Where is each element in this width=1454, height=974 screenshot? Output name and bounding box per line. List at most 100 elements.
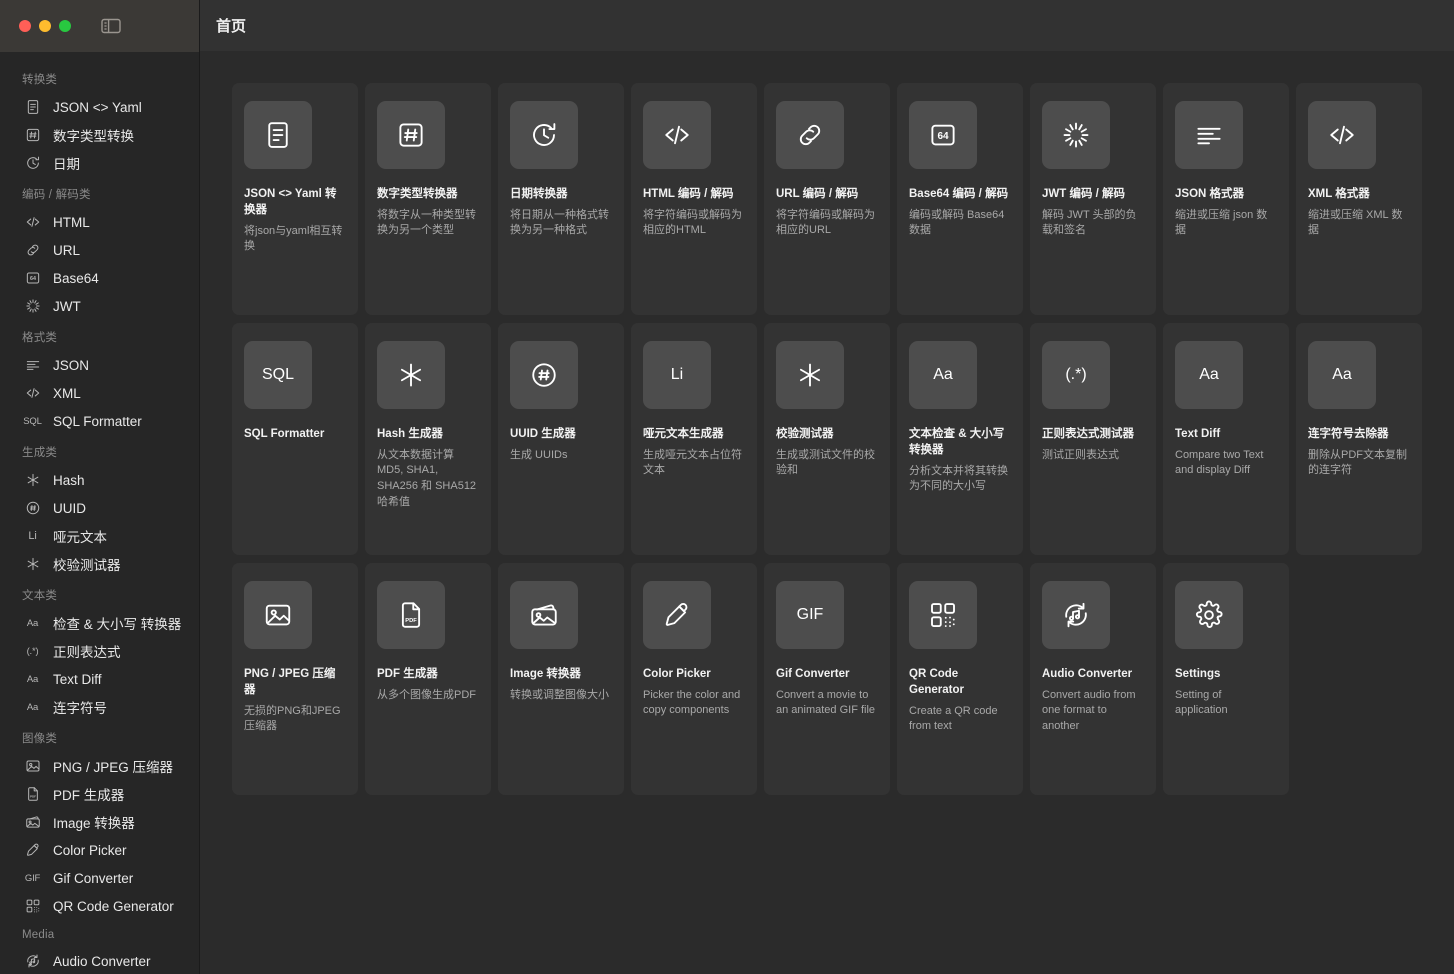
svg-text:64: 64 (937, 131, 949, 142)
sidebar-item-2[interactable]: XML (0, 379, 199, 407)
zoom-button[interactable] (59, 20, 71, 32)
hash-circle-icon (24, 500, 41, 517)
tool-card[interactable]: Li 哑元文本生成器 生成哑元文本占位符文本 (631, 323, 757, 555)
sidebar-item-2[interactable]: PDF PDF 生成器 (0, 780, 199, 808)
sidebar-item-4[interactable]: Aa 连字符号 (0, 693, 199, 721)
sidebar-item-label: Audio Converter (53, 953, 151, 969)
asterisk-icon (377, 341, 445, 409)
sidebar-item-3[interactable]: Li 哑元文本 (0, 522, 199, 550)
tool-card-description: Convert audio from one format to another (1042, 688, 1136, 733)
sidebar-item-1[interactable]: JSON <> Yaml (0, 93, 199, 121)
hash-box-icon (377, 101, 445, 169)
sidebar-item-1[interactable]: Hash (0, 466, 199, 494)
qrcode-icon (24, 898, 41, 915)
aa-text-icon: Aa (1175, 341, 1243, 409)
sidebar-item-1[interactable]: HTML (0, 208, 199, 236)
sidebar-item-6[interactable]: QR Code Generator (0, 892, 199, 920)
svg-text:64: 64 (30, 276, 36, 282)
sidebar-item-1[interactable]: Audio Converter (0, 947, 199, 974)
pdf-file-icon: PDF (377, 581, 445, 649)
tool-card[interactable]: HTML 编码 / 解码 将字符编码或解码为相应的HTML (631, 83, 757, 315)
tool-card-title: Text Diff (1175, 428, 1221, 440)
sidebar-item-1[interactable]: JSON (0, 351, 199, 379)
tool-card[interactable]: Hash 生成器 从文本数据计算 MD5, SHA1, SHA256 和 SHA5… (365, 323, 491, 555)
minimize-button[interactable] (39, 20, 51, 32)
gear-icon (1175, 581, 1243, 649)
tool-card[interactable]: Audio Converter Convert audio from one fo… (1030, 563, 1156, 795)
tool-card[interactable]: 日期转换器 将日期从一种格式转换为另一种格式 (498, 83, 624, 315)
sidebar-item-3[interactable]: SQL SQL Formatter (0, 407, 199, 435)
tool-card-description: 编码或解码 Base64 数据 (909, 208, 1005, 237)
close-button[interactable] (19, 20, 31, 32)
tool-card[interactable]: Aa 连字符号去除器 删除从PDF文本复制的连字符 (1296, 323, 1422, 555)
tool-card-description: Picker the color and copy components (643, 688, 741, 717)
tool-card-title: 正则表达式测试器 (1042, 428, 1134, 440)
tool-card[interactable]: 64 Base64 编码 / 解码 编码或解码 Base64 数据 (897, 83, 1023, 315)
content-scroll-area[interactable]: JSON <> Yaml 转换器 将json与yaml相互转换 数字类型转换器 将数字… (200, 52, 1454, 974)
tool-card-grid: JSON <> Yaml 转换器 将json与yaml相互转换 数字类型转换器 将数字… (232, 83, 1452, 795)
sidebar-item-4[interactable]: Color Picker (0, 836, 199, 864)
tool-card[interactable]: Image 转换器 转换或调整图像大小 (498, 563, 624, 795)
sidebar-item-1[interactable]: Aa 检查 & 大小写 转换器 (0, 609, 199, 637)
li-text-icon: Li (643, 341, 711, 409)
tool-card-title: JSON 格式器 (1175, 188, 1245, 200)
gif-text-icon: GIF (24, 872, 41, 884)
sidebar-item-label: XML (53, 385, 81, 401)
tool-card[interactable]: Aa 文本检查 & 大小写转换器 分析文本并将其转换为不同的大小写 (897, 323, 1023, 555)
tool-card[interactable]: Settings Setting of application (1163, 563, 1289, 795)
svg-text:PDF: PDF (29, 795, 35, 799)
sidebar-item-label: Base64 (53, 270, 99, 286)
tool-card[interactable]: UUID 生成器 生成 UUIDs (498, 323, 624, 555)
tool-card[interactable]: GIF Gif Converter Convert a movie to an an… (764, 563, 890, 795)
sidebar-item-5[interactable]: GIF Gif Converter (0, 864, 199, 892)
code-icon (24, 385, 41, 402)
sidebar-item-2[interactable]: UUID (0, 494, 199, 522)
sidebar-item-label: Image 转换器 (53, 816, 135, 831)
tool-card[interactable]: Aa Text Diff Compare two Text and display … (1163, 323, 1289, 555)
audio-convert-icon (1042, 581, 1110, 649)
tool-card-title: Audio Converter (1042, 668, 1133, 680)
tool-card[interactable]: Color Picker Picker the color and copy co… (631, 563, 757, 795)
sidebar-item-2[interactable]: (.*) 正则表达式 (0, 637, 199, 665)
tool-card-description: Create a QR code from text (909, 704, 998, 733)
sidebar-item-3[interactable]: 日期 (0, 149, 199, 177)
sidebar-item-label: UUID (53, 500, 86, 516)
tool-card-description: 缩进或压缩 json 数据 (1175, 208, 1268, 237)
tool-card[interactable]: JWT 编码 / 解码 解码 JWT 头部的负载和签名 (1030, 83, 1156, 315)
sidebar-item-4[interactable]: 校验测试器 (0, 550, 199, 578)
tool-card[interactable]: JSON 格式器缩进或压缩 json 数据 (1163, 83, 1289, 315)
sidebar-item-1[interactable]: PNG / JPEG 压缩器 (0, 752, 199, 780)
tool-card[interactable]: XML 格式器 缩进或压缩 XML 数据 (1296, 83, 1422, 315)
tool-card[interactable]: QR Code Generator Create a QR code from t… (897, 563, 1023, 795)
sidebar-item-3[interactable]: Aa Text Diff (0, 665, 199, 693)
main-area: 首页 JSON <> Yaml 转换器 将json与yaml相互转换 数字类型转换器… (200, 0, 1454, 974)
tool-card[interactable]: PDF PDF 生成器 从多个图像生成PDF (365, 563, 491, 795)
asterisk-icon (776, 341, 844, 409)
tool-card-description: 生成或测试文件的校验和 (776, 448, 875, 477)
tool-card[interactable]: 校验测试器 生成或测试文件的校验和 (764, 323, 890, 555)
sidebar-item-3[interactable]: 64 Base64 (0, 264, 199, 292)
tool-card[interactable]: SQL SQL Formatter (232, 323, 358, 555)
tool-card-description: 分析文本并将其转换为不同的大小写 (909, 464, 1008, 493)
tool-card[interactable]: (.*) 正则表达式测试器 测试正则表达式 (1030, 323, 1156, 555)
sidebar-item-label: Hash (53, 472, 85, 488)
sidebar-item-4[interactable]: JWT (0, 292, 199, 320)
sidebar-item-2[interactable]: 数字类型转换 (0, 121, 199, 149)
sql-text-icon: SQL (244, 341, 312, 409)
sidebar-item-label: QR Code Generator (53, 898, 174, 914)
tool-card-description: 将日期从一种格式转换为另一种格式 (510, 208, 609, 237)
tool-card[interactable]: JSON <> Yaml 转换器 将json与yaml相互转换 (232, 83, 358, 315)
qrcode-icon (909, 581, 977, 649)
sidebar-item-2[interactable]: URL (0, 236, 199, 264)
tool-card-title: Hash 生成器 (377, 428, 443, 440)
sidebar-item-label: JSON (53, 357, 90, 373)
tool-card[interactable]: 数字类型转换器 将数字从一种类型转换为另一个类型 (365, 83, 491, 315)
tool-card[interactable]: PNG / JPEG 压缩器 无损的PNG和JPEG压缩器 (232, 563, 358, 795)
sidebar-item-3[interactable]: Image 转换器 (0, 808, 199, 836)
sidebar-toggle-icon[interactable] (100, 17, 122, 35)
sidebar-item-label: 哑元文本 (53, 530, 107, 545)
sidebar-section-title: 文本类 (22, 590, 58, 602)
tool-card[interactable]: URL 编码 / 解码 将字符编码或解码为相应的URL (764, 83, 890, 315)
images-stack-icon (510, 581, 578, 649)
clock-rotate-icon (510, 101, 578, 169)
